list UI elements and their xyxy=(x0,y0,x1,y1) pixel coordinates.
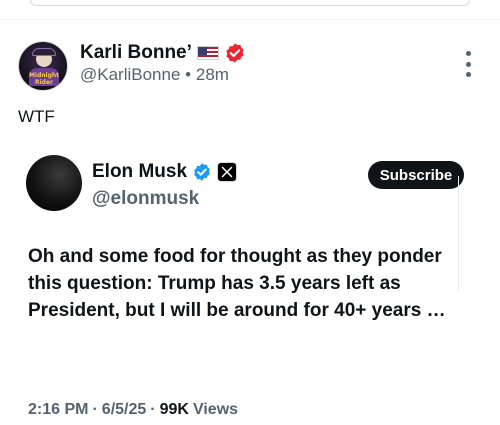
post-time[interactable]: 28m xyxy=(196,65,229,84)
quoted-post-time[interactable]: 2:16 PM xyxy=(28,401,88,419)
quoted-avatar[interactable] xyxy=(26,155,82,211)
avatar-figure-hat xyxy=(32,48,56,56)
red-check-badge-icon[interactable] xyxy=(224,42,246,64)
separator: • xyxy=(185,65,192,84)
author-handle[interactable]: @KarliBonne xyxy=(80,65,180,84)
subscribe-button[interactable]: Subscribe xyxy=(368,161,464,189)
quoted-author-handle[interactable]: @elonmusk xyxy=(92,188,199,210)
x-logo-icon xyxy=(217,162,238,182)
previous-post-edge xyxy=(0,0,500,20)
views-count[interactable]: 99K xyxy=(160,401,189,419)
quoted-author-line: Elon Musk xyxy=(92,161,238,183)
more-vertical-icon[interactable] xyxy=(458,51,478,77)
quoted-post-date[interactable]: 6/5/25 xyxy=(102,401,146,419)
quoted-author-name[interactable]: Elon Musk xyxy=(92,161,187,183)
post[interactable]: Midnight Rider Karli Bonne’ @KarliBonne … xyxy=(0,21,500,425)
quoted-post-text: Oh and some food for thought as they pon… xyxy=(28,246,446,321)
handle-line: @KarliBonne • 28m xyxy=(80,65,229,85)
author-line: Karli Bonne’ xyxy=(80,41,246,65)
quoted-post-card[interactable]: Elon Musk @elonmusk Subscribe Oh and som… xyxy=(18,143,482,425)
author-name[interactable]: Karli Bonne’ xyxy=(80,42,192,64)
us-flag-icon xyxy=(196,46,219,60)
verified-badge-icon[interactable] xyxy=(192,162,212,182)
previous-card-edge xyxy=(30,0,470,6)
avatar-text: Midnight Rider xyxy=(28,72,60,86)
avatar[interactable]: Midnight Rider xyxy=(18,41,68,91)
meta-separator: · xyxy=(150,401,156,418)
card-divider xyxy=(458,176,459,291)
quoted-post-meta: 2:16 PM · 6/5/25 · 99K Views xyxy=(28,401,238,419)
views-label: Views xyxy=(192,401,239,418)
meta-separator: · xyxy=(92,401,98,418)
post-text: WTF xyxy=(18,107,55,126)
